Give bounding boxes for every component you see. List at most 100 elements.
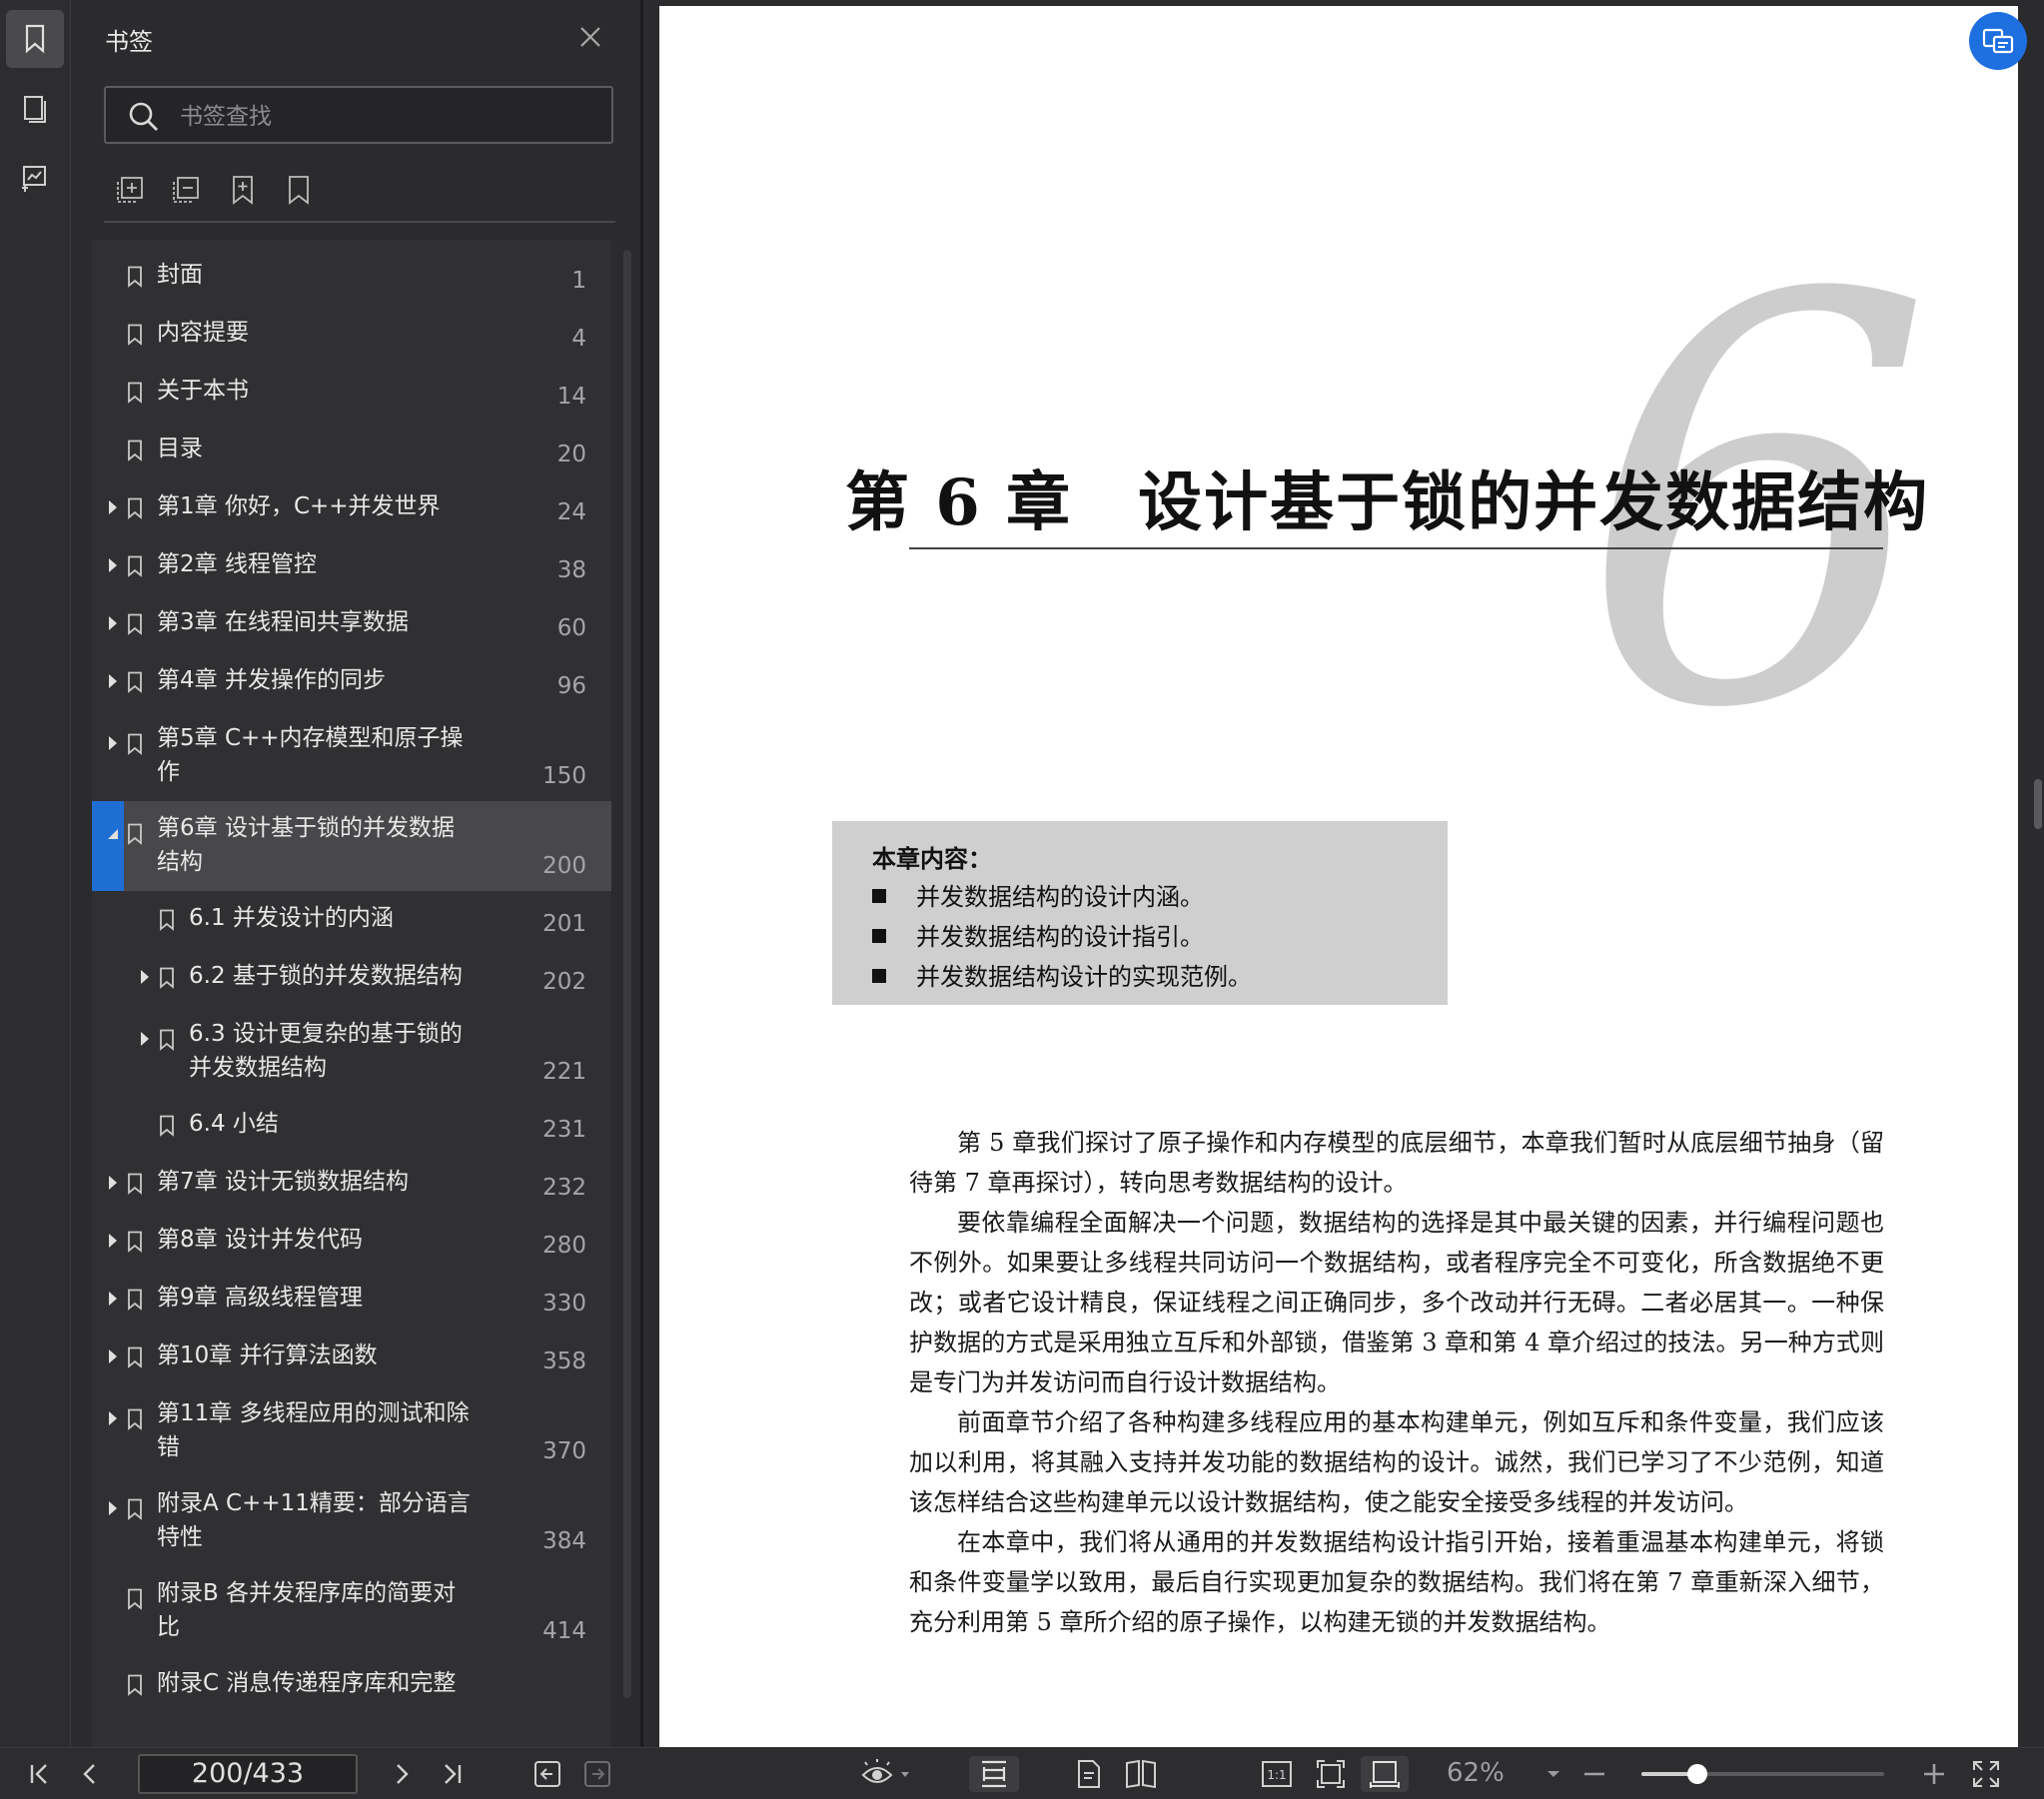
collapsed-arrow-icon[interactable] [138, 1029, 152, 1049]
bookmark-page-number: 231 [542, 1117, 586, 1143]
bookmark-page-number: 96 [556, 673, 586, 699]
bookmark-search-input[interactable] [178, 96, 601, 138]
bookmark-icon [128, 1674, 142, 1696]
bookmark-item[interactable]: 第6章 设计基于锁的并发数据 结构 200 [92, 801, 611, 891]
thumbnail-panel-button[interactable] [6, 80, 64, 138]
bookmark-item[interactable]: 目录 20 [92, 422, 611, 479]
bookmark-label: 第9章 高级线程管理 [157, 1285, 363, 1311]
zoom-slider-handle[interactable] [1686, 1764, 1707, 1784]
fullscreen-icon [1973, 1761, 1999, 1787]
double-page-button[interactable] [1121, 1756, 1161, 1792]
bookmark-outline-icon [289, 176, 309, 205]
bookmark-item[interactable]: 附录A C++11精要：部分语言 特性 384 [92, 1476, 611, 1566]
fit-width-button[interactable] [1361, 1756, 1409, 1792]
bookmark-options-button[interactable] [283, 172, 315, 208]
collapsed-arrow-icon[interactable] [106, 613, 120, 633]
actual-size-button[interactable]: 1:1 [1257, 1756, 1297, 1792]
first-page-button[interactable] [22, 1756, 58, 1792]
zoom-slider[interactable] [1641, 1764, 1884, 1784]
annotation-panel-button[interactable] [6, 150, 64, 208]
bookmark-item[interactable]: 6.3 设计更复杂的基于锁的 并发数据结构 221 [92, 1007, 611, 1097]
paragraph: 要依靠编程全面解决一个问题，数据结构的选择是其中最关键的因素，并行编程问题也不例… [909, 1209, 1884, 1396]
document-scrollbar-thumb[interactable] [2034, 779, 2042, 829]
collapsed-arrow-icon[interactable] [106, 1289, 120, 1309]
bookmark-page-number: 60 [556, 615, 586, 641]
bookmark-icon [128, 1231, 142, 1253]
next-page-button[interactable] [384, 1756, 420, 1792]
zoom-dropdown-button[interactable] [1538, 1756, 1568, 1792]
zoom-level[interactable]: 62% [1447, 1758, 1505, 1788]
collapsed-arrow-icon[interactable] [106, 1498, 120, 1518]
bookmark-page-number: 330 [542, 1291, 586, 1317]
bookmark-page-number: 221 [542, 1059, 586, 1085]
add-bookmark-button[interactable] [227, 172, 259, 208]
page-number-input[interactable]: 200/433 [138, 1754, 358, 1794]
bookmark-icon [128, 613, 142, 635]
collapse-all-button[interactable] [171, 172, 203, 208]
bookmark-panel-button[interactable] [6, 10, 64, 68]
collapsed-arrow-icon[interactable] [106, 733, 120, 753]
bookmark-icon [128, 823, 142, 845]
bookmark-page-number: 384 [542, 1528, 586, 1554]
fit-page-button[interactable] [1311, 1756, 1351, 1792]
expand-all-button[interactable] [115, 172, 147, 208]
collapsed-arrow-icon[interactable] [106, 1173, 120, 1193]
bookmark-icon [128, 440, 142, 461]
go-back-button[interactable] [529, 1756, 565, 1792]
bookmark-label: 附录A C++11精要：部分语言 特性 [157, 1490, 471, 1550]
bookmark-label: 6.2 基于锁的并发数据结构 [189, 963, 463, 989]
bookmark-item[interactable]: 第11章 多线程应用的测试和除 错 370 [92, 1386, 611, 1476]
bookmark-page-number: 24 [556, 499, 586, 525]
chapter-body-text: 第 5 章我们探讨了原子操作和内存模型的底层细节，本章我们暂时从底层细节抽身（留… [909, 1123, 1884, 1642]
bookmark-icon [128, 1173, 142, 1195]
bookmark-item[interactable]: 封面 1 [92, 248, 611, 306]
document-page: 6 第 6 章 设计基于锁的并发数据结构 本章内容： 并发数据结构的设计内涵。 … [659, 6, 2018, 1747]
bookmark-item[interactable]: 附录B 各并发程序库的简要对 比 414 [92, 1566, 611, 1656]
bookmark-item[interactable]: 6.2 基于锁的并发数据结构 202 [92, 949, 611, 1007]
bookmark-item[interactable]: 6.4 小结 231 [92, 1097, 611, 1155]
zoom-in-button[interactable] [1916, 1756, 1952, 1792]
collapsed-arrow-icon[interactable] [138, 967, 152, 987]
previous-page-button[interactable] [72, 1756, 108, 1792]
bookmark-item[interactable]: 第1章 你好，C++并发世界 24 [92, 479, 611, 537]
bookmark-item[interactable]: 6.1 并发设计的内涵 201 [92, 891, 611, 949]
single-page-button[interactable] [1069, 1756, 1109, 1792]
bookmark-item[interactable]: 第3章 在线程间共享数据 60 [92, 595, 611, 653]
collapsed-arrow-icon[interactable] [106, 671, 120, 691]
selection-indicator [92, 801, 124, 891]
bookmark-item[interactable]: 关于本书 14 [92, 364, 611, 422]
actual-size-icon: 1:1 [1262, 1761, 1292, 1787]
fullscreen-button[interactable] [1966, 1756, 2006, 1792]
collapsed-arrow-icon[interactable] [106, 1231, 120, 1251]
continuous-scroll-button[interactable] [969, 1756, 1019, 1792]
collapsed-arrow-icon[interactable] [106, 1347, 120, 1366]
bookmark-item[interactable]: 第4章 并发操作的同步 96 [92, 653, 611, 711]
bookmark-item[interactable]: 第9章 高级线程管理 330 [92, 1271, 611, 1329]
collapsed-arrow-icon[interactable] [106, 555, 120, 575]
bookmark-item[interactable]: 内容提要 4 [92, 306, 611, 364]
bookmark-scrollbar[interactable] [623, 250, 631, 1698]
close-panel-button[interactable] [575, 22, 605, 52]
svg-text:1:1: 1:1 [1267, 1768, 1286, 1782]
bookmark-item[interactable]: 第2章 线程管控 38 [92, 537, 611, 595]
collapsed-arrow-icon[interactable] [106, 1408, 120, 1428]
bookmark-item[interactable]: 第8章 设计并发代码 280 [92, 1213, 611, 1271]
bookmark-icon [160, 909, 174, 931]
bookmark-item[interactable]: 第10章 并行算法函数 358 [92, 1329, 611, 1386]
caret-down-icon [1547, 1771, 1559, 1777]
bookmark-tree: 封面 1 内容提要 4 关于本书 14 目录 20 第1章 你好，C++并发世界 24 第2章 线程… [92, 240, 611, 1747]
zoom-out-button[interactable] [1576, 1756, 1612, 1792]
summary-point: 并发数据结构的设计内涵。 [872, 877, 1204, 912]
translate-float-button[interactable] [1969, 12, 2027, 70]
expanded-arrow-icon[interactable] [106, 823, 120, 843]
go-forward-button[interactable] [579, 1756, 615, 1792]
bookmark-item[interactable]: 附录C 消息传递程序库和完整 [92, 1656, 611, 1714]
bookmark-icon [25, 24, 45, 54]
paragraph: 第 5 章我们探讨了原子操作和内存模型的底层细节，本章我们暂时从底层细节抽身（留… [909, 1129, 1884, 1197]
summary-heading: 本章内容： [872, 845, 992, 873]
bookmark-item[interactable]: 第5章 C++内存模型和原子操 作 150 [92, 711, 611, 801]
bookmark-item[interactable]: 第7章 设计无锁数据结构 232 [92, 1155, 611, 1213]
last-page-button[interactable] [434, 1756, 470, 1792]
eye-care-mode-button[interactable] [859, 1756, 915, 1792]
collapsed-arrow-icon[interactable] [106, 497, 120, 517]
